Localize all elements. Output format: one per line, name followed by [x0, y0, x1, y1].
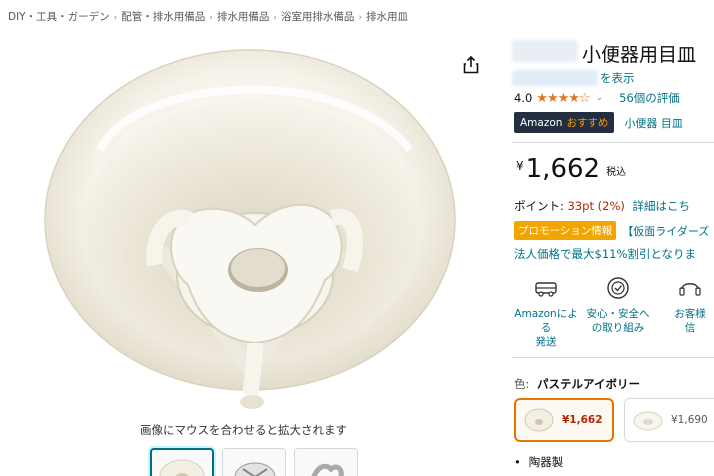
feature-label: お客様信 — [674, 308, 706, 334]
store-name-redacted — [512, 70, 598, 86]
product-details-panel: 小便器用目皿 を表示 4.0 ★★★★☆ ⌄ 56個の評価 Amazon おすすめ… — [510, 0, 714, 476]
price-symbol: ¥ — [516, 159, 524, 173]
promotion-link[interactable]: 【仮面ライダーズ — [622, 223, 709, 239]
points-percent: (2%) — [597, 199, 625, 213]
thumbnail-image[interactable] — [294, 448, 358, 476]
breadcrumb-item[interactable]: 配管・排水用備品 — [121, 11, 205, 23]
breadcrumb: DIY・工具・ガーデン › 配管・排水用備品 › 排水用備品 › 浴室用排水備品 › 排水用皿 — [8, 9, 408, 24]
price-amount: 1,662 — [525, 154, 601, 184]
badge-main: Amazon — [520, 117, 563, 129]
bullet-dot: • — [514, 455, 521, 469]
business-price-link[interactable]: 法人価格で最大$11%割引となりま — [514, 246, 696, 262]
variant-price: ¥1,662 — [562, 414, 603, 426]
star-rating-icon[interactable]: ★★★★☆ — [536, 90, 591, 106]
star-empty: ☆ — [578, 90, 591, 106]
breadcrumb-separator: › — [358, 13, 363, 23]
variant-thumbnail — [633, 411, 663, 431]
badge-accent: おすすめ — [566, 117, 609, 129]
color-selection-row: 色: パステルアイボリー — [514, 376, 640, 392]
variant-thumbnail — [524, 408, 554, 432]
points-row: ポイント: 33pt (2%) 詳細はこち — [514, 198, 690, 214]
feature-customer-service[interactable]: お客様信 — [654, 275, 714, 349]
breadcrumb-item[interactable]: DIY・工具・ガーデン — [8, 11, 110, 23]
breadcrumb-separator: › — [113, 13, 118, 23]
zoom-hint: 画像にマウスを合わせると拡大されます — [140, 423, 347, 437]
divider — [512, 142, 714, 143]
feature-amazon-shipping[interactable]: Amazonによる 発送 — [510, 275, 582, 349]
chevron-down-icon[interactable]: ⌄ — [596, 93, 604, 103]
thumbnail-image[interactable] — [150, 448, 214, 476]
customer-service-icon — [679, 283, 701, 296]
variant-options: ¥1,662 ¥1,690 — [514, 398, 714, 442]
breadcrumb-item[interactable]: 排水用皿 — [366, 11, 408, 23]
share-icon[interactable] — [463, 56, 479, 74]
feature-safety[interactable]: 安心・安全へ の取り組み — [582, 275, 654, 349]
feature-icons-row: Amazonによる 発送 安心・安全へ の取り組み お客様信 — [510, 275, 714, 349]
shield-check-icon — [607, 277, 629, 299]
feature-label: Amazonによる 発送 — [514, 308, 578, 348]
variant-price: ¥1,690 — [671, 414, 708, 426]
color-label: 色: — [514, 377, 530, 391]
product-main-image[interactable] — [40, 40, 460, 415]
variant-option[interactable]: ¥1,690 — [624, 398, 714, 442]
variant-option-selected[interactable]: ¥1,662 — [514, 398, 614, 442]
store-link[interactable]: を表示 — [600, 70, 635, 86]
tax-label: 税込 — [606, 167, 627, 178]
feature-bullet: • 陶器製 — [514, 454, 563, 470]
review-count-link[interactable]: 56個の評価 — [619, 90, 680, 106]
breadcrumb-separator: › — [273, 13, 277, 23]
promotion-row: プロモーション情報 【仮面ライダーズ — [514, 221, 709, 240]
bullet-text: 陶器製 — [528, 455, 564, 469]
amazon-choice-badge: Amazon おすすめ — [514, 112, 615, 133]
points-detail-link[interactable]: 詳細はこち — [633, 199, 691, 213]
divider — [512, 357, 714, 358]
brand-name-redacted — [512, 40, 578, 62]
rating-value: 4.0 — [514, 91, 533, 105]
color-value: パステルアイボリー — [537, 377, 640, 391]
star-filled: ★★★★ — [536, 90, 580, 106]
points-label: ポイント: — [514, 199, 564, 213]
rating-row: 4.0 ★★★★☆ ⌄ 56個の評価 — [514, 90, 680, 106]
thumbnail-image[interactable] — [222, 448, 286, 476]
price-row: ¥ 1,662 税込 — [516, 155, 626, 183]
breadcrumb-item[interactable]: 排水用備品 — [217, 11, 270, 23]
breadcrumb-separator: › — [209, 13, 213, 23]
promotion-badge: プロモーション情報 — [514, 221, 617, 240]
product-title: 小便器用目皿 — [582, 44, 697, 66]
breadcrumb-item[interactable]: 浴室用排水備品 — [281, 11, 355, 23]
badge-row: Amazon おすすめ 小便器 目皿 — [514, 112, 683, 133]
points-value: 33pt — [567, 199, 594, 213]
badge-keyword-link[interactable]: 小便器 目皿 — [624, 115, 683, 131]
delivery-truck-icon — [535, 282, 557, 297]
thumbnail-strip — [150, 448, 358, 476]
feature-label: 安心・安全へ の取り組み — [586, 308, 650, 334]
